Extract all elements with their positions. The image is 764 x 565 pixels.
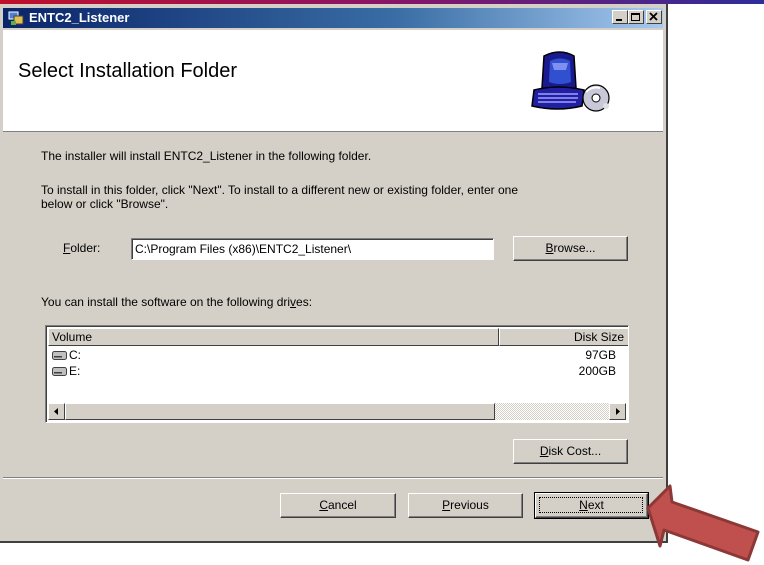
folder-label-rest: older: [70,241,101,255]
separator [3,477,663,479]
page-title: Select Installation Folder [18,60,238,82]
previous-label-rest: revious [450,498,489,512]
browse-button[interactable]: Browse... [513,236,628,261]
instruction-line-1: To install in this folder, click "Next".… [41,183,518,197]
computer-cd-icon [530,48,614,114]
focus-rect [539,497,643,513]
drives-intro-post: es: [296,295,313,309]
drives-list[interactable]: Volume Disk Size C: 97GB E: 200GB [45,325,629,423]
column-header-volume[interactable]: Volume [48,328,499,346]
scroll-left-button[interactable] [48,403,65,420]
folder-input[interactable] [131,238,494,260]
drive-volume: C: [69,348,81,362]
minimize-button[interactable] [612,10,628,24]
drives-intro-pre: You can install the software on the foll… [41,295,291,309]
instruction-line-2: below or click "Browse". [41,197,169,211]
drive-volume: E: [69,364,81,378]
column-header-disk-size[interactable]: Disk Size [499,328,628,346]
drive-size: 97GB [585,348,616,362]
browse-label-rest: rowse... [553,241,596,255]
maximize-button[interactable] [628,10,644,24]
cancel-button[interactable]: Cancel [280,493,396,518]
close-button[interactable] [646,10,662,24]
title-bar[interactable]: ENTC2_Listener [3,8,663,28]
folder-label: Folder: [63,241,100,255]
left-arrow-icon [54,408,58,415]
disk-cost-label-rest: isk Cost... [548,444,602,458]
scroll-right-button[interactable] [609,403,626,420]
window-title: ENTC2_Listener [29,10,130,25]
red-arrow-icon [646,484,760,562]
browse-accel: B [545,241,554,255]
drive-size: 200GB [578,364,616,378]
horizontal-scrollbar[interactable] [48,403,626,420]
hard-drive-icon [52,351,67,360]
previous-accel: P [442,498,451,512]
installer-window: ENTC2_Listener Select Installation Folde… [0,4,668,543]
scroll-track[interactable] [495,403,609,420]
previous-button[interactable]: Previous [408,493,523,518]
right-arrow-icon [616,408,620,415]
dialog-header: Select Installation Folder [3,30,663,132]
disk-cost-button[interactable]: Disk Cost... [513,439,628,464]
scroll-thumb[interactable] [65,403,495,420]
hard-drive-icon [52,367,67,376]
cancel-accel: C [319,498,328,512]
table-row[interactable]: E: 200GB [48,364,626,380]
installer-icon [8,10,24,26]
intro-text: The installer will install ENTC2_Listene… [41,149,372,163]
cancel-label-rest: ancel [327,498,357,512]
drives-intro-text: You can install the software on the foll… [41,295,312,309]
table-row[interactable]: C: 97GB [48,348,626,364]
